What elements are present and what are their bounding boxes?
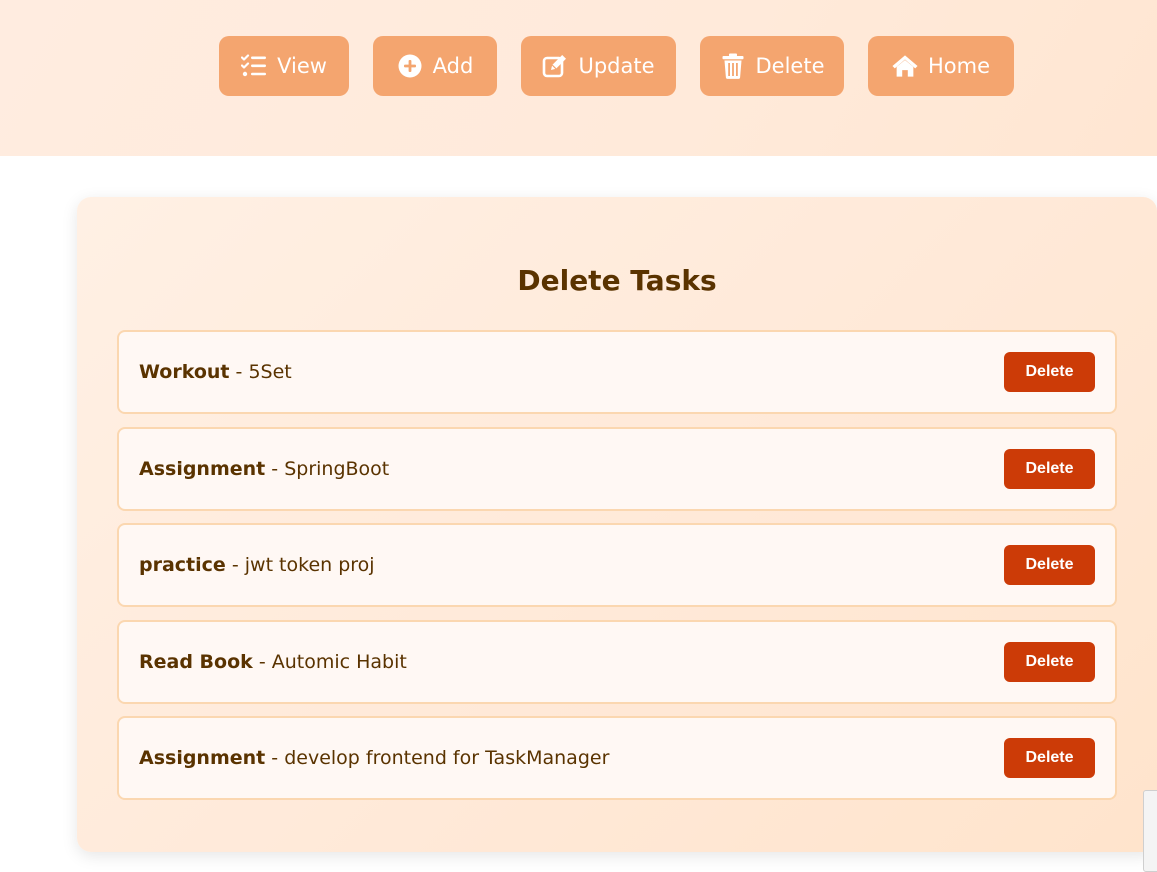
update-button[interactable]: Update: [521, 36, 676, 96]
delete-task-button[interactable]: Delete: [1004, 738, 1095, 778]
add-button[interactable]: Add: [373, 36, 497, 96]
list-check-icon: [241, 53, 267, 79]
add-button-label: Add: [432, 54, 474, 78]
page-title: Delete Tasks: [517, 264, 717, 297]
task-title: Assignment: [139, 747, 266, 769]
view-button-label: View: [277, 54, 327, 78]
trash-icon: [720, 53, 746, 79]
task-title: Workout: [139, 361, 230, 383]
task-row: Workout - 5Set Delete: [117, 330, 1117, 414]
delete-nav-button-label: Delete: [755, 54, 825, 78]
delete-nav-button[interactable]: Delete: [700, 36, 844, 96]
delete-task-button[interactable]: Delete: [1004, 545, 1095, 585]
task-separator: -: [265, 458, 285, 480]
task-description: 5Set: [248, 361, 292, 383]
task-text: Workout - 5Set: [139, 332, 292, 412]
task-text: Assignment - SpringBoot: [139, 429, 389, 509]
home-button[interactable]: Home: [868, 36, 1014, 96]
home-icon: [892, 53, 918, 79]
scrollbar-fragment[interactable]: [1143, 790, 1157, 872]
delete-task-button[interactable]: Delete: [1004, 642, 1095, 682]
task-separator: -: [265, 747, 285, 769]
task-text: practice - jwt token proj: [139, 525, 375, 605]
task-text: Read Book - Automic Habit: [139, 622, 407, 702]
top-navigation-bar: View Add Update Delete Home: [0, 0, 1157, 156]
update-button-label: Update: [578, 54, 655, 78]
task-row: practice - jwt token proj Delete: [117, 523, 1117, 607]
task-description: SpringBoot: [284, 458, 390, 480]
edit-icon: [542, 53, 568, 79]
task-description: develop frontend for TaskManager: [284, 747, 610, 769]
task-row: Assignment - SpringBoot Delete: [117, 427, 1117, 511]
task-text: Assignment - develop frontend for TaskMa…: [139, 718, 609, 798]
delete-task-button[interactable]: Delete: [1004, 449, 1095, 489]
delete-task-button[interactable]: Delete: [1004, 352, 1095, 392]
task-separator: -: [225, 554, 245, 576]
task-title: Read Book: [139, 651, 253, 673]
task-title: Assignment: [139, 458, 266, 480]
view-button[interactable]: View: [219, 36, 349, 96]
plus-circle-icon: [397, 53, 423, 79]
task-description: jwt token proj: [244, 554, 375, 576]
task-separator: -: [229, 361, 249, 383]
task-row: Assignment - develop frontend for TaskMa…: [117, 716, 1117, 800]
task-separator: -: [252, 651, 272, 673]
task-title: practice: [139, 554, 226, 576]
home-button-label: Home: [927, 54, 990, 78]
task-row: Read Book - Automic Habit Delete: [117, 620, 1117, 704]
task-description: Automic Habit: [271, 651, 407, 673]
